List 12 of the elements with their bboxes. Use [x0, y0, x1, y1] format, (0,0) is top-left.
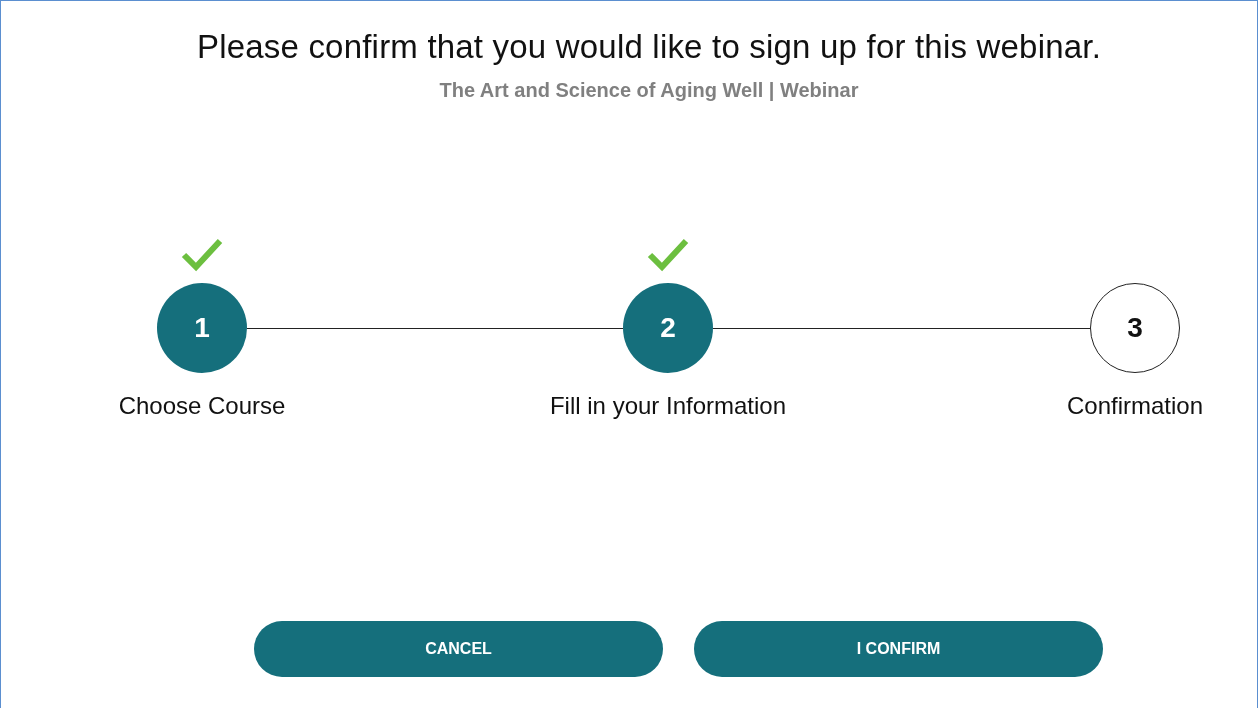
step-label: Fill in your Information [549, 391, 787, 421]
step-number: 3 [1090, 283, 1180, 373]
page-title: Please confirm that you would like to sign up for this webinar. [196, 27, 1102, 67]
webinar-subtitle: The Art and Science of Aging Well | Webinar [439, 78, 859, 103]
step-label: Confirmation [1066, 391, 1204, 421]
step-number: 2 [623, 283, 713, 373]
cancel-button[interactable]: CANCEL [254, 621, 663, 677]
step-number: 1 [157, 283, 247, 373]
checkmark-icon [646, 237, 690, 273]
checkmark-icon [180, 237, 224, 273]
confirm-button[interactable]: I CONFIRM [694, 621, 1103, 677]
step-label: Choose Course [118, 391, 286, 421]
